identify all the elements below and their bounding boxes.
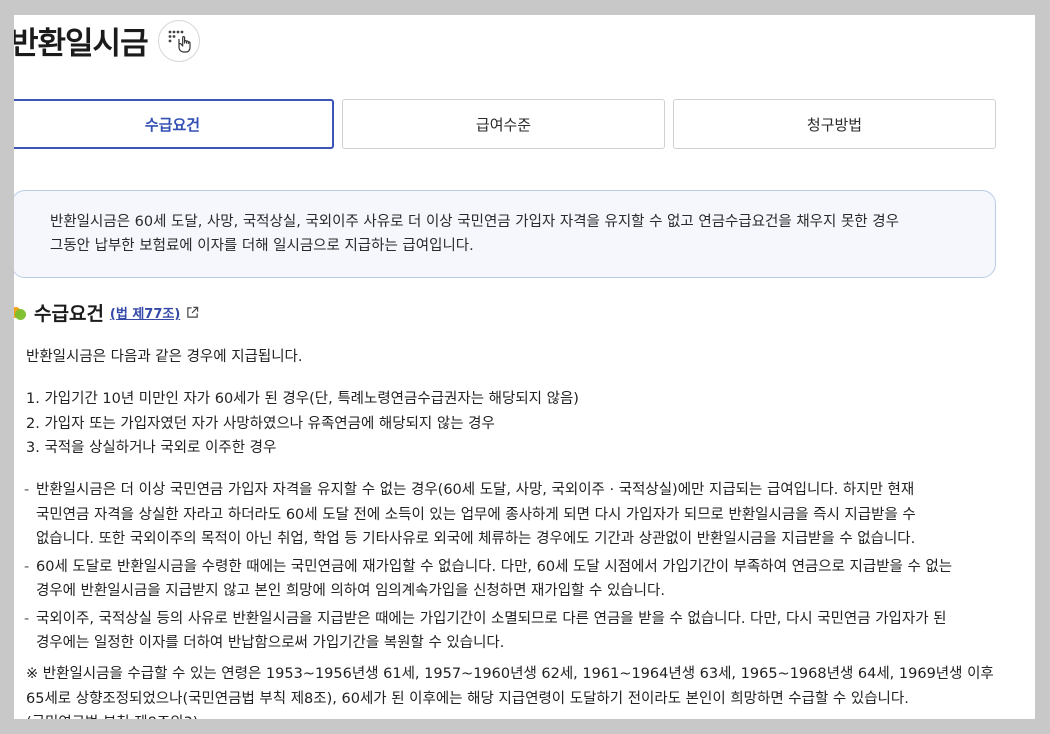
list-item: 국외이주, 국적상실 등의 사유로 반환일시금을 지급받은 때에는 가입기간이 … (24, 607, 999, 656)
list-item: 반환일시금은 더 이상 국민연금 가입자 자격을 유지할 수 없는 경우(60세… (24, 478, 999, 552)
dot-icon (14, 305, 26, 321)
braille-hand-icon (168, 30, 191, 53)
note-line: ※ 반환일시금을 수급할 수 있는 연령은 1953~1956년생 61세, 1… (26, 666, 994, 682)
remark-list: 반환일시금은 더 이상 국민연금 가입자 자격을 유지할 수 없는 경우(60세… (24, 478, 999, 659)
braille-button[interactable] (157, 19, 200, 62)
list-item: 2. 가입자 또는 가입자였던 자가 사망하였으나 유족연금에 해당되지 않는 … (26, 415, 495, 432)
external-link-icon[interactable] (186, 306, 199, 319)
title-row: 반환일시금 (14, 18, 200, 63)
condition-list: 1. 가입기간 10년 미만인 자가 60세가 된 경우(단, 특례노령연금수급… (26, 387, 579, 461)
tab-bar: 수급요건 급여수준 청구방법 (14, 99, 1004, 149)
remark-line: 경우에는 일정한 이자를 더하여 반납함으로써 가입기간을 복원할 수 있습니다… (36, 635, 505, 651)
remark-line: 반환일시금은 더 이상 국민연금 가입자 자격을 유지할 수 없는 경우(60세… (36, 482, 915, 498)
list-item: 3. 국적을 상실하거나 국외로 이주한 경우 (26, 440, 277, 456)
page-title: 반환일시금 (14, 26, 149, 62)
remark-line: 국외이주, 국적상실 등의 사유로 반환일시금을 지급받은 때에는 가입기간이 … (36, 610, 947, 627)
tab-benefit-level[interactable]: 급여수준 (342, 99, 665, 149)
age-note: ※ 반환일시금을 수급할 수 있는 연령은 1953~1956년생 61세, 1… (26, 662, 1016, 719)
remark-line: 국민연금 자격을 상실한 자라고 하더라도 60세 도달 전에 소득이 있는 업… (36, 506, 916, 523)
tab-eligibility[interactable]: 수급요건 (14, 99, 334, 149)
remark-line: 60세 도달로 반환일시금을 수령한 때에는 국민연금에 재가입할 수 없습니다… (36, 558, 953, 575)
summary-box: 반환일시금은 60세 도달, 사망, 국적상실, 국외이주 사유로 더 이상 국… (14, 190, 996, 278)
summary-line-1: 반환일시금은 60세 도달, 사망, 국적상실, 국외이주 사유로 더 이상 국… (50, 214, 899, 230)
tab-claim-method[interactable]: 청구방법 (673, 99, 996, 149)
content-page: 반환일시금 수급요건 급여수준 청구방법 반환일시금은 60세 도달, 사망, … (14, 15, 1035, 719)
section-header: 수급요건 (법 제77조) (14, 299, 199, 326)
note-line: 65세로 상향조정되었으나(국민연금법 부칙 제8조), 60세가 된 이후에는… (26, 690, 909, 707)
remark-line: 없습니다. 또한 국외이주의 목적이 아닌 취업, 학업 등 기타사유로 외국에… (36, 531, 916, 547)
section-intro: 반환일시금은 다음과 같은 경우에 지급됩니다. (26, 349, 303, 365)
list-item: 1. 가입기간 10년 미만인 자가 60세가 된 경우(단, 특례노령연금수급… (26, 391, 579, 407)
law-article-link[interactable]: (법 제77조) (110, 303, 180, 322)
note-line: (국민연금법 부칙 제8조의3) (26, 711, 1016, 719)
section-title: 수급요건 (34, 303, 104, 325)
remark-line: 경우에 반환일시금을 지급받지 않고 본인 희망에 의하여 임의계속가입을 신청… (36, 583, 665, 599)
summary-line-2: 그동안 납부한 보험료에 이자를 더해 일시금으로 지급하는 급여입니다. (50, 238, 474, 254)
list-item: 60세 도달로 반환일시금을 수령한 때에는 국민연금에 재가입할 수 없습니다… (24, 555, 999, 604)
